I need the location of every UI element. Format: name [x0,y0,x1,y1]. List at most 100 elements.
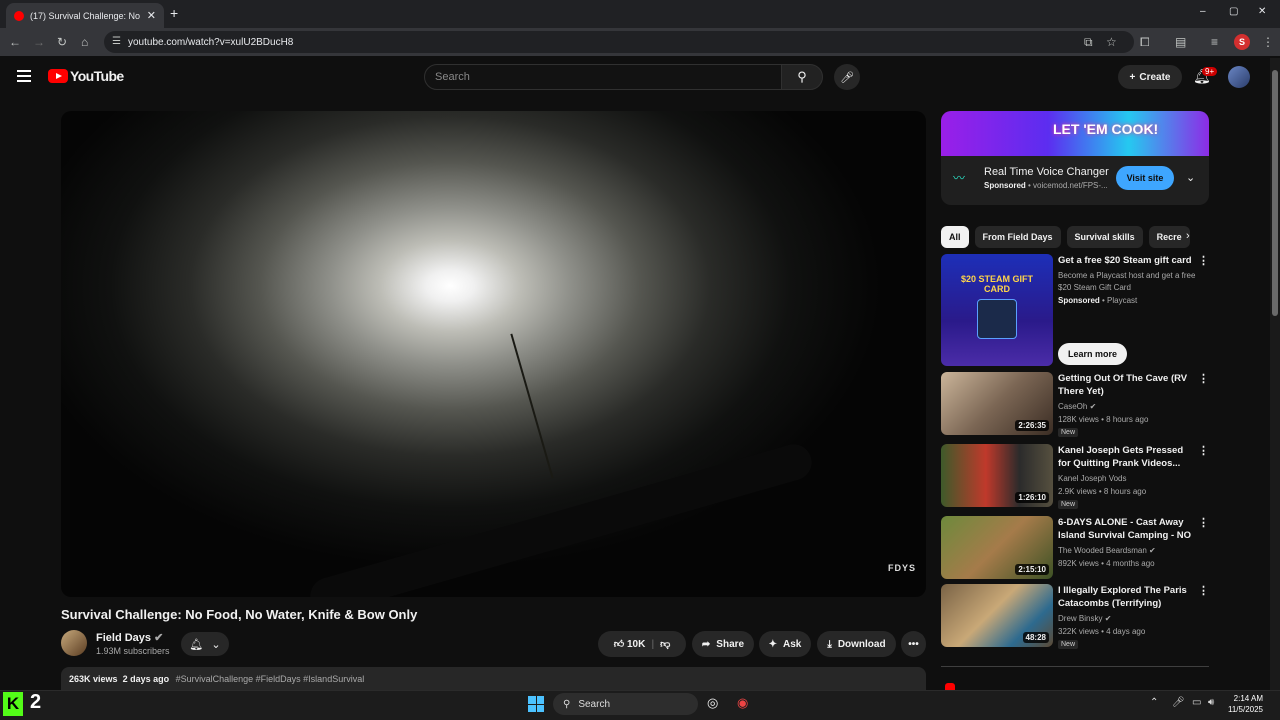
more-options-icon[interactable]: ⋮ [1198,584,1209,597]
url-text: youtube.com/watch?v=xulU2BDucH8 [128,36,294,48]
list-item[interactable]: 2:26:35 Getting Out Of The Cave (RV Ther… [941,372,1209,437]
create-button[interactable]: + Create [1118,65,1182,89]
download-button[interactable]: ⤓ Download [817,631,896,657]
filter-chips: All From Field Days Survival skills Recr… [941,226,1209,248]
ask-button[interactable]: ✦ Ask [759,631,811,657]
chip-recreation[interactable]: Recre [1148,226,1190,248]
subscription-bell-button[interactable]: 🔔︎ ⌄ [181,632,229,656]
clock-time: 2:14 AM [1233,694,1263,703]
tab-close-icon[interactable]: ✕ [147,9,156,22]
minimize-button[interactable]: – [1200,6,1206,17]
video-log-silhouette [306,440,816,597]
chip-survival-skills[interactable]: Survival skills [1066,226,1143,248]
more-options-icon[interactable]: ⋮ [1198,254,1209,267]
chrome-taskbar-icon[interactable]: ◉ [737,695,748,711]
close-window-button[interactable]: ✕ [1258,6,1266,17]
video-title-link[interactable]: I Illegally Explored The Paris Catacombs… [1058,584,1194,610]
tray-volume-icon[interactable]: 🔊︎ [1208,697,1214,708]
sponsored-thumbnail[interactable]: $20 STEAM GIFT CARD [941,254,1053,366]
share-button[interactable]: ➦ Share [692,631,754,657]
more-options-icon[interactable]: ⋮ [1198,372,1209,385]
tray-microphone-icon[interactable]: 🎤︎ [1172,697,1185,708]
browser-tab-strip [0,0,1280,28]
channel-name[interactable]: CaseOh ✔ [1058,402,1096,411]
channel-name[interactable]: The Wooded Beardsman ✔ [1058,546,1156,555]
channel-name[interactable]: Drew Binsky ✔ [1058,614,1111,623]
chevron-right-icon[interactable]: › [1186,230,1190,242]
channel-name[interactable]: Kanel Joseph Vods [1058,474,1127,483]
extensions-icon[interactable]: ⧠ [1140,35,1150,50]
sponsored-video-card[interactable]: $20 STEAM GIFT CARD Get a free $20 Steam… [941,254,1209,366]
section-divider [941,666,1209,667]
page-scrollbar[interactable] [1270,58,1280,690]
forward-icon[interactable]: → [33,35,45,49]
user-avatar[interactable] [1228,66,1250,88]
widget-app-icon[interactable]: ◎ [707,695,718,711]
duration-badge: 2:15:10 [1015,564,1049,575]
more-options-icon[interactable]: ⋮ [1198,516,1209,529]
video-meta: 128K views • 8 hours ago [1058,415,1149,424]
back-icon[interactable]: ← [9,35,21,49]
split-view-icon[interactable]: ▤ [1175,35,1186,49]
video-thumbnail[interactable]: 2:15:10 [941,516,1053,579]
media-icon[interactable]: ≡ [1211,35,1218,49]
profile-avatar[interactable]: S [1234,34,1250,50]
scrollbar-thumb[interactable] [1272,70,1278,316]
sponsored-title[interactable]: Get a free $20 Steam gift card [1058,254,1194,267]
video-thumbnail[interactable]: 2:26:35 [941,372,1053,435]
video-thumbnail[interactable]: 1:26:10 [941,444,1053,507]
new-tab-button[interactable]: + [170,5,178,21]
learn-more-button[interactable]: Learn more [1058,343,1127,365]
list-item[interactable]: 48:28 I Illegally Explored The Paris Cat… [941,584,1209,649]
video-player[interactable]: FDYS [61,111,926,597]
channel-watermark: FDYS [887,563,916,573]
search-icon: ⚲ [797,69,807,84]
youtube-logo[interactable]: YouTube [48,68,124,84]
chip-all[interactable]: All [941,226,969,248]
ad-expand-chevron-icon[interactable]: ⌄ [1186,171,1195,184]
hashtags[interactable]: #SurvivalChallenge #FieldDays #IslandSur… [176,674,365,684]
install-app-icon[interactable]: ⧉ [1084,35,1093,50]
taskbar-search[interactable]: ⚲ Search [553,693,698,715]
search-input[interactable]: Search [424,64,782,90]
video-title-link[interactable]: Getting Out Of The Cave (RV There Yet) [1058,372,1194,398]
browser-tab[interactable]: (17) Survival Challenge: No Foo ✕ [6,3,164,28]
restore-button[interactable]: ▢ [1229,6,1238,17]
tray-display-icon[interactable]: ▭ [1192,697,1201,708]
duration-badge: 1:26:10 [1015,492,1049,503]
video-thumbnail[interactable]: 48:28 [941,584,1053,647]
windows-start-icon[interactable] [528,696,544,712]
list-item[interactable]: 1:26:10 Kanel Joseph Gets Pressed for Qu… [941,444,1209,509]
guide-menu-icon[interactable] [17,70,31,85]
list-item[interactable]: 2:15:10 6-DAYS ALONE - Cast Away Island … [941,516,1209,580]
tray-chevron-up-icon[interactable]: ⌃ [1150,697,1158,708]
reload-icon[interactable]: ↻ [57,35,67,49]
voicemod-logo-icon: 〰 [953,171,966,185]
video-title-link[interactable]: Kanel Joseph Gets Pressed for Quitting P… [1058,444,1194,470]
bookmark-star-icon[interactable]: ☆ [1106,35,1117,49]
chip-from-field-days[interactable]: From Field Days [974,226,1061,248]
home-icon[interactable]: ⌂ [81,35,88,49]
share-icon: ➦ [701,638,711,650]
channel-avatar[interactable] [61,630,87,656]
ad-banner-image[interactable]: LET 'EM COOK! [941,111,1209,156]
site-info-icon[interactable]: ☰ [112,36,121,47]
video-title-link[interactable]: 6-DAYS ALONE - Cast Away Island Survival… [1058,516,1194,542]
sponsored-label: Sponsored • Playcast [1058,296,1138,305]
voice-search-button[interactable]: 🎤︎ [834,64,860,90]
like-button[interactable]: 👍︎ 10K [614,638,646,650]
dislike-button[interactable]: 👎︎ [660,638,670,650]
channel-name[interactable]: Field Days ✔ [96,631,163,644]
kick-app-icon[interactable]: K [3,692,23,716]
browser-menu-icon[interactable]: ⋮ [1262,35,1274,49]
ad-title[interactable]: Real Time Voice Changer [984,166,1109,178]
more-actions-button[interactable]: ••• [901,631,926,657]
search-button[interactable]: ⚲ [781,64,823,90]
system-clock[interactable]: 2:14 AM 11/5/2025 [1228,693,1263,715]
search-icon: ⚲ [563,698,571,710]
visit-site-button[interactable]: Visit site [1116,166,1174,190]
address-bar[interactable]: ☰ youtube.com/watch?v=xulU2BDucH8 [104,31,1134,53]
sponsored-description: Become a Playcast host and get a free $2… [1058,271,1196,292]
sponsored-ad-card[interactable]: LET 'EM COOK! 〰 Real Time Voice Changer … [941,111,1209,205]
more-options-icon[interactable]: ⋮ [1198,444,1209,457]
